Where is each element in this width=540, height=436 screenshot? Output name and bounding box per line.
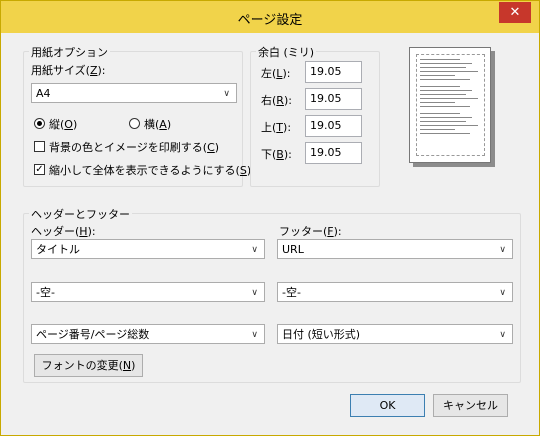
chevron-down-icon: ∨ [499,288,506,298]
header-center-select[interactable]: -空- ∨ [31,282,265,302]
paper-options-legend: 用紙オプション [29,44,110,60]
close-icon[interactable]: ✕ [499,2,531,23]
margin-left-label: 左(L): [261,67,291,80]
preview-line [420,79,470,80]
header-right-value: ページ番号/ページ総数 [36,328,150,341]
preview-line [420,67,466,68]
margin-left-input[interactable]: 19.05 [305,61,362,83]
cancel-button[interactable]: キャンセル [433,394,508,417]
header-label: ヘッダー(H): [31,225,96,238]
landscape-radio[interactable] [129,118,140,129]
margin-top-label: 上(T): [261,121,292,134]
header-right-select[interactable]: ページ番号/ページ総数 ∨ [31,324,265,344]
paper-size-select[interactable]: A4 ∨ [31,83,237,103]
margins-legend: 余白 (ミリ) [256,44,317,60]
margin-right-label: 右(R): [261,94,292,107]
preview-line [420,121,466,122]
chevron-down-icon: ∨ [251,288,258,298]
chevron-down-icon: ∨ [251,245,258,255]
preview-line [420,71,478,72]
footer-right-value: 日付 (短い形式) [282,328,361,341]
ok-button[interactable]: OK [350,394,425,417]
dialog-title: ページ設定 [237,13,303,28]
chevron-down-icon: ∨ [499,330,506,340]
change-font-button[interactable]: フォントの変更(N) [34,354,143,377]
chevron-down-icon: ∨ [499,245,506,255]
page-preview [409,47,491,163]
preview-line [420,59,460,60]
footer-center-value: -空- [282,286,301,299]
header-left-select[interactable]: タイトル ∨ [31,239,265,259]
footer-label: フッター(F): [279,225,342,238]
footer-right-select[interactable]: 日付 (短い形式) ∨ [277,324,513,344]
margin-right-input[interactable]: 19.05 [305,88,362,110]
preview-line [420,129,455,130]
preview-line [420,94,466,95]
footer-center-select[interactable]: -空- ∨ [277,282,513,302]
chevron-down-icon: ∨ [251,330,258,340]
print-background-checkbox[interactable] [34,141,45,152]
margin-bottom-input[interactable]: 19.05 [305,142,362,164]
header-center-value: -空- [36,286,55,299]
preview-line [420,117,472,118]
title-bar: ページ設定 ✕ [1,1,539,33]
landscape-label: 横(A) [144,118,172,131]
chevron-down-icon: ∨ [223,89,230,99]
shrink-to-fit-checkbox[interactable]: ✓ [34,164,45,175]
header-left-value: タイトル [36,243,80,256]
portrait-radio[interactable] [34,118,45,129]
shrink-to-fit-label: 縮小して全体を表示できるようにする(S) [49,164,252,177]
page-setup-dialog: ページ設定 ✕ 用紙オプション 用紙サイズ(Z): A4 ∨ 縦(O) 横(A)… [0,0,540,436]
paper-size-value: A4 [36,87,51,100]
paper-size-label: 用紙サイズ(Z): [31,64,106,77]
header-footer-legend: ヘッダーとフッター [29,206,132,222]
preview-line [420,106,470,107]
preview-line [420,102,455,103]
preview-line [420,75,455,76]
footer-left-value: URL [282,243,304,256]
preview-line [420,113,460,114]
margin-top-input[interactable]: 19.05 [305,115,362,137]
preview-line [420,90,472,91]
preview-line [420,125,478,126]
portrait-label: 縦(O) [49,118,78,131]
page-preview-margins [416,54,485,156]
preview-line [420,133,470,134]
margin-bottom-label: 下(B): [261,148,292,161]
preview-line [420,98,478,99]
print-background-label: 背景の色とイメージを印刷する(C) [49,141,220,154]
preview-line [420,63,472,64]
footer-left-select[interactable]: URL ∨ [277,239,513,259]
preview-line [420,86,460,87]
